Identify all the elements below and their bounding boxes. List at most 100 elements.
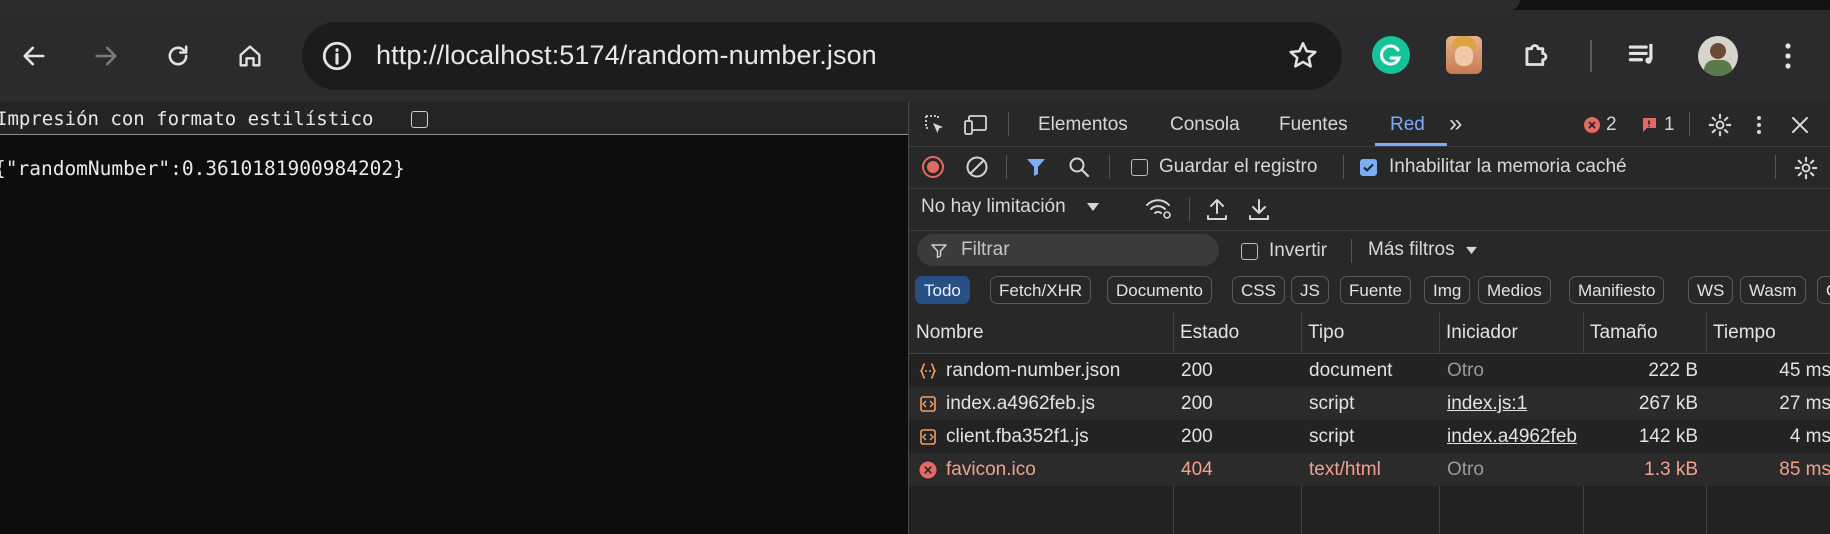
avatar-extension-icon[interactable] [1446, 36, 1482, 74]
invert-checkbox[interactable] [1241, 243, 1258, 260]
devtools-tab-bar: Elementos Consola Fuentes Red » 2 1 [909, 102, 1830, 147]
request-name: client.fba352f1.js [946, 426, 1089, 447]
tab-strip [0, 0, 1830, 10]
home-button[interactable] [228, 34, 272, 78]
more-tabs-button[interactable]: » [1449, 110, 1462, 138]
back-button[interactable] [12, 34, 56, 78]
close-icon[interactable] [1789, 114, 1811, 136]
column-header-tiempo[interactable]: Tiempo [1706, 312, 1830, 353]
network-conditions-icon[interactable] [1145, 196, 1173, 222]
chevron-down-icon [1465, 246, 1477, 254]
filter-funnel-icon[interactable] [1024, 155, 1048, 179]
request-status: 404 [1181, 459, 1213, 480]
chip-ws[interactable]: WS [1688, 276, 1734, 304]
menu-kebab-icon[interactable] [1776, 36, 1800, 81]
script-file-icon [920, 429, 936, 445]
column-header-tamano[interactable]: Tamaño [1583, 312, 1706, 353]
address-bar[interactable]: http://localhost:5174/random-number.json [302, 22, 1342, 90]
clear-icon[interactable] [965, 155, 989, 179]
column-header-estado[interactable]: Estado [1173, 312, 1301, 353]
issue-flag-icon [1642, 118, 1656, 132]
media-queue-icon[interactable] [1624, 36, 1662, 79]
json-file-icon [919, 363, 937, 379]
request-initiator-link[interactable]: index.js:1 [1447, 387, 1583, 420]
tab-red[interactable]: Red [1390, 114, 1425, 136]
issue-counter[interactable]: 1 [1640, 114, 1675, 136]
request-type: script [1309, 426, 1355, 447]
request-status: 200 [1181, 360, 1213, 381]
tab-elementos[interactable]: Elementos [1038, 114, 1128, 136]
json-content: {"randomNumber":0.3610181900984202} [0, 157, 405, 180]
error-counter[interactable]: 2 [1583, 114, 1617, 136]
throttling-value: No hay limitación [921, 196, 1066, 217]
import-har-icon[interactable] [1205, 196, 1229, 222]
table-row[interactable]: random-number.json 200 document Otro 222… [909, 354, 1830, 387]
search-icon[interactable] [1067, 155, 1091, 179]
chip-todo[interactable]: Todo [915, 276, 970, 304]
chip-otro[interactable]: O [1817, 276, 1830, 304]
url-text[interactable]: http://localhost:5174/random-number.json [376, 40, 877, 71]
tab-fuentes[interactable]: Fuentes [1279, 114, 1348, 136]
chip-fuente[interactable]: Fuente [1340, 276, 1411, 304]
pretty-print-checkbox[interactable] [411, 111, 428, 128]
column-header-nombre[interactable]: Nombre [909, 312, 1173, 353]
network-requests-table: Nombre Estado Tipo Iniciador Tamaño Tiem… [909, 312, 1830, 534]
inspect-element-icon[interactable] [923, 113, 947, 137]
reload-icon [168, 45, 188, 66]
request-time: 27 ms [1779, 393, 1830, 414]
request-name: favicon.ico [946, 459, 1036, 480]
more-filters-dropdown[interactable]: Más filtros [1368, 239, 1478, 261]
filter-row: Filtrar Invertir Más filtros [909, 230, 1830, 272]
table-header: Nombre Estado Tipo Iniciador Tamaño Tiem… [909, 312, 1830, 354]
page-viewport: Impresión con formato estilístico {"rand… [0, 102, 908, 534]
request-status: 200 [1181, 393, 1213, 414]
settings-gear-icon[interactable] [1707, 112, 1733, 138]
table-row[interactable]: favicon.ico 404 text/html Otro 1.3 kB 85… [909, 453, 1830, 486]
disable-cache-checkbox[interactable] [1360, 159, 1377, 176]
grammarly-extension-icon[interactable] [1372, 36, 1410, 74]
network-toolbar-2: No hay limitación [909, 188, 1830, 231]
table-row[interactable]: index.a4962feb.js 200 script index.js:1 … [909, 387, 1830, 420]
pretty-print-label: Impresión con formato estilístico [0, 108, 374, 130]
export-har-icon[interactable] [1247, 196, 1271, 222]
request-size: 1.3 kB [1644, 459, 1698, 480]
chip-css[interactable]: CSS [1232, 276, 1285, 304]
preserve-log-checkbox[interactable] [1131, 159, 1148, 176]
request-size: 142 kB [1638, 426, 1698, 447]
column-header-tipo[interactable]: Tipo [1301, 312, 1439, 353]
disable-cache-label: Inhabilitar la memoria caché [1389, 156, 1627, 177]
column-header-iniciador[interactable]: Iniciador [1439, 312, 1583, 353]
chip-fetch-xhr[interactable]: Fetch/XHR [990, 276, 1092, 304]
tab-consola[interactable]: Consola [1170, 114, 1240, 136]
issue-count: 1 [1664, 114, 1675, 135]
table-row[interactable]: client.fba352f1.js 200 script index.a496… [909, 420, 1830, 453]
network-toolbar: Guardar el registro Inhabilitar la memor… [909, 146, 1830, 189]
chip-medios[interactable]: Medios [1478, 276, 1551, 304]
error-count: 2 [1606, 114, 1617, 135]
filter-input[interactable]: Filtrar [917, 234, 1219, 266]
devtools-menu-icon[interactable] [1753, 113, 1765, 137]
chip-documento[interactable]: Documento [1107, 276, 1212, 304]
request-size: 267 kB [1638, 393, 1698, 414]
reload-button[interactable] [156, 34, 200, 78]
device-toolbar-icon[interactable] [963, 113, 989, 137]
home-icon [239, 45, 261, 67]
site-info-icon[interactable] [320, 39, 354, 73]
error-circle-icon [1584, 117, 1600, 133]
forward-button[interactable] [84, 34, 128, 78]
chip-js[interactable]: JS [1291, 276, 1329, 304]
bookmark-star-icon[interactable] [1286, 39, 1320, 73]
chip-wasm[interactable]: Wasm [1740, 276, 1806, 304]
arrow-right-icon [95, 46, 117, 66]
profile-avatar[interactable] [1698, 36, 1738, 76]
request-time: 85 ms [1779, 459, 1830, 480]
request-type: script [1309, 393, 1355, 414]
network-settings-gear-icon[interactable] [1793, 155, 1819, 181]
throttling-select[interactable]: No hay limitación [921, 196, 1100, 218]
toolbar-divider [1590, 40, 1592, 72]
chip-img[interactable]: Img [1424, 276, 1471, 304]
extensions-puzzle-icon[interactable] [1519, 36, 1557, 79]
chip-manifiesto[interactable]: Manifiesto [1569, 276, 1665, 304]
record-stop-icon[interactable] [921, 155, 945, 179]
request-initiator-link[interactable]: index.a4962feb [1447, 420, 1583, 453]
